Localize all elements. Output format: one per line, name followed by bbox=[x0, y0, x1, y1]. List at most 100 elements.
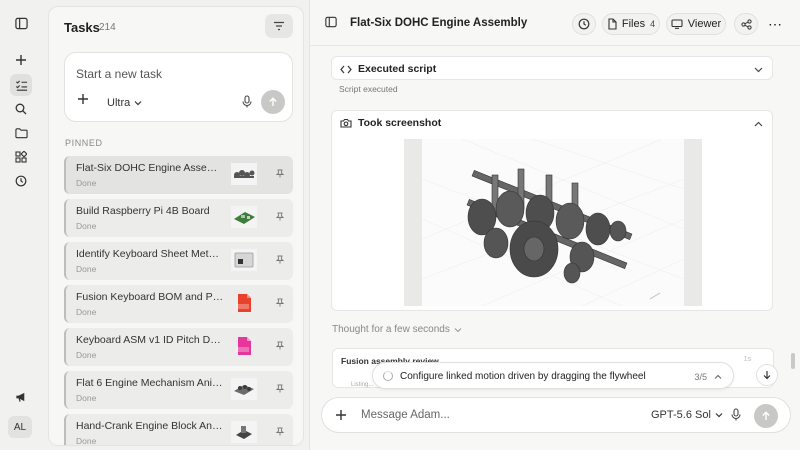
model-selector[interactable]: Ultra bbox=[107, 97, 142, 109]
task-thumbnail-mp4-file-icon bbox=[231, 335, 257, 357]
send-icon bbox=[762, 411, 770, 420]
executed-script-header: Executed script bbox=[340, 63, 436, 75]
task-item[interactable]: Fusion Keyboard BOM and Prese... Done bbox=[64, 285, 293, 323]
message-composer[interactable]: Message Adam... GPT-5.6 Sol bbox=[321, 397, 791, 433]
pin-icon[interactable] bbox=[275, 255, 285, 267]
task-status: Done bbox=[76, 221, 97, 231]
screenshot-card[interactable]: Took screenshot bbox=[331, 110, 773, 311]
chevron-up-icon[interactable] bbox=[714, 371, 722, 383]
task-thumbnail-engine-block bbox=[231, 421, 257, 443]
files-icon bbox=[608, 18, 617, 30]
thought-label: Thought for a few seconds bbox=[332, 324, 450, 335]
new-task-box[interactable]: Start a new task Ultra bbox=[64, 52, 293, 122]
arrow-down-icon bbox=[763, 371, 771, 380]
message-input[interactable]: Message Adam... bbox=[361, 409, 450, 421]
files-label: Files bbox=[621, 18, 646, 30]
task-name: Fusion Keyboard BOM and Prese... bbox=[76, 291, 224, 303]
spinner-icon bbox=[383, 371, 393, 381]
chevron-up-icon[interactable] bbox=[754, 118, 763, 130]
viewer-icon bbox=[671, 19, 683, 29]
avatar[interactable]: AL bbox=[8, 416, 32, 438]
panel-toggle-icon[interactable] bbox=[325, 16, 337, 31]
task-item[interactable]: Keyboard ASM v1 ID Pitch Deck Done bbox=[64, 328, 293, 366]
folder-icon[interactable] bbox=[10, 122, 32, 144]
executed-status: Script executed bbox=[339, 84, 398, 94]
task-status: Done bbox=[76, 178, 97, 188]
send-button[interactable] bbox=[261, 90, 285, 114]
review-subtitle: Listing... bbox=[351, 382, 374, 388]
scroll-down-button[interactable] bbox=[756, 364, 778, 386]
filter-button[interactable] bbox=[265, 14, 293, 38]
page-title: Flat-Six DOHC Engine Assembly bbox=[350, 17, 528, 29]
clock-icon bbox=[578, 18, 590, 30]
task-item[interactable]: Flat-Six DOHC Engine Assembly Done bbox=[64, 156, 293, 194]
progress-toast[interactable]: Configure linked motion driven by draggi… bbox=[372, 362, 734, 389]
mic-icon[interactable] bbox=[731, 408, 741, 424]
new-task-plus-icon[interactable] bbox=[10, 49, 32, 71]
chevron-down-icon bbox=[454, 327, 462, 332]
tasks-icon[interactable] bbox=[10, 74, 32, 96]
model-label: Ultra bbox=[107, 97, 131, 109]
attach-plus-icon[interactable] bbox=[335, 409, 347, 424]
task-item[interactable]: Identify Keyboard Sheet Metal Sp... Done bbox=[64, 242, 293, 280]
code-icon bbox=[340, 65, 352, 73]
thought-toggle[interactable]: Thought for a few seconds bbox=[332, 324, 462, 335]
viewer-label: Viewer bbox=[687, 18, 722, 30]
task-name: Keyboard ASM v1 ID Pitch Deck bbox=[76, 334, 224, 346]
composer-send-button[interactable] bbox=[754, 404, 778, 428]
main-panel: Flat-Six DOHC Engine Assembly Files 4 Vi… bbox=[309, 0, 800, 450]
task-item[interactable]: Flat 6 Engine Mechanism Anima... Done bbox=[64, 371, 293, 409]
top-bar: Flat-Six DOHC Engine Assembly Files 4 Vi… bbox=[310, 0, 800, 46]
sidebar-toggle-icon[interactable] bbox=[10, 12, 32, 34]
pin-icon[interactable] bbox=[275, 298, 285, 310]
task-status: Done bbox=[76, 350, 97, 360]
chevron-down-icon[interactable] bbox=[754, 64, 763, 76]
pin-icon[interactable] bbox=[275, 341, 285, 353]
screenshot-image[interactable] bbox=[404, 138, 702, 307]
executed-script-card[interactable]: Executed script bbox=[331, 56, 773, 80]
composer-model-selector[interactable]: GPT-5.6 Sol bbox=[651, 409, 723, 421]
pin-icon[interactable] bbox=[275, 212, 285, 224]
task-status: Done bbox=[76, 307, 97, 317]
camera-icon bbox=[340, 118, 352, 128]
pin-icon[interactable] bbox=[275, 169, 285, 181]
files-button[interactable]: Files 4 bbox=[602, 13, 660, 35]
mic-icon[interactable] bbox=[242, 95, 252, 111]
progress-count: 3/5 bbox=[694, 372, 707, 382]
scrollbar-thumb[interactable] bbox=[791, 353, 795, 369]
history-button[interactable] bbox=[572, 13, 596, 35]
tasks-panel: Tasks 214 Start a new task Ultra PINNED … bbox=[48, 6, 304, 446]
apps-icon[interactable] bbox=[10, 146, 32, 168]
task-name: Build Raspberry Pi 4B Board bbox=[76, 205, 210, 217]
viewer-button[interactable]: Viewer bbox=[666, 13, 726, 35]
executed-script-title: Executed script bbox=[358, 63, 437, 75]
screenshot-title: Took screenshot bbox=[358, 117, 442, 129]
search-icon[interactable] bbox=[10, 98, 32, 120]
chevron-down-icon bbox=[134, 101, 142, 106]
task-status: Done bbox=[76, 264, 97, 274]
pinned-label: PINNED bbox=[65, 138, 103, 148]
attach-plus-icon[interactable] bbox=[77, 93, 89, 108]
task-name: Identify Keyboard Sheet Metal Sp... bbox=[76, 248, 224, 260]
pin-icon[interactable] bbox=[275, 427, 285, 439]
task-thumbnail-pdf-file-icon bbox=[231, 292, 257, 314]
task-name: Hand-Crank Engine Block Anim... bbox=[76, 420, 224, 432]
task-thumbnail-engine bbox=[231, 163, 257, 185]
review-note: 1s bbox=[743, 356, 751, 363]
task-status: Done bbox=[76, 436, 97, 446]
task-thumbnail-mechanism bbox=[231, 378, 257, 400]
announcement-icon[interactable] bbox=[10, 386, 32, 408]
pin-icon[interactable] bbox=[275, 384, 285, 396]
render-viewport bbox=[421, 138, 685, 307]
send-icon bbox=[269, 97, 277, 106]
more-icon[interactable]: ⋯ bbox=[768, 16, 783, 33]
task-name: Flat 6 Engine Mechanism Anima... bbox=[76, 377, 224, 389]
task-thumbnail-board bbox=[231, 206, 257, 228]
task-item[interactable]: Hand-Crank Engine Block Anim... Done bbox=[64, 414, 293, 446]
task-item[interactable]: Build Raspberry Pi 4B Board Done bbox=[64, 199, 293, 237]
history-icon[interactable] bbox=[10, 170, 32, 192]
new-task-input[interactable]: Start a new task bbox=[76, 67, 162, 81]
icon-rail: AL bbox=[0, 0, 44, 450]
screenshot-header: Took screenshot bbox=[340, 117, 441, 129]
share-button[interactable] bbox=[734, 13, 758, 35]
